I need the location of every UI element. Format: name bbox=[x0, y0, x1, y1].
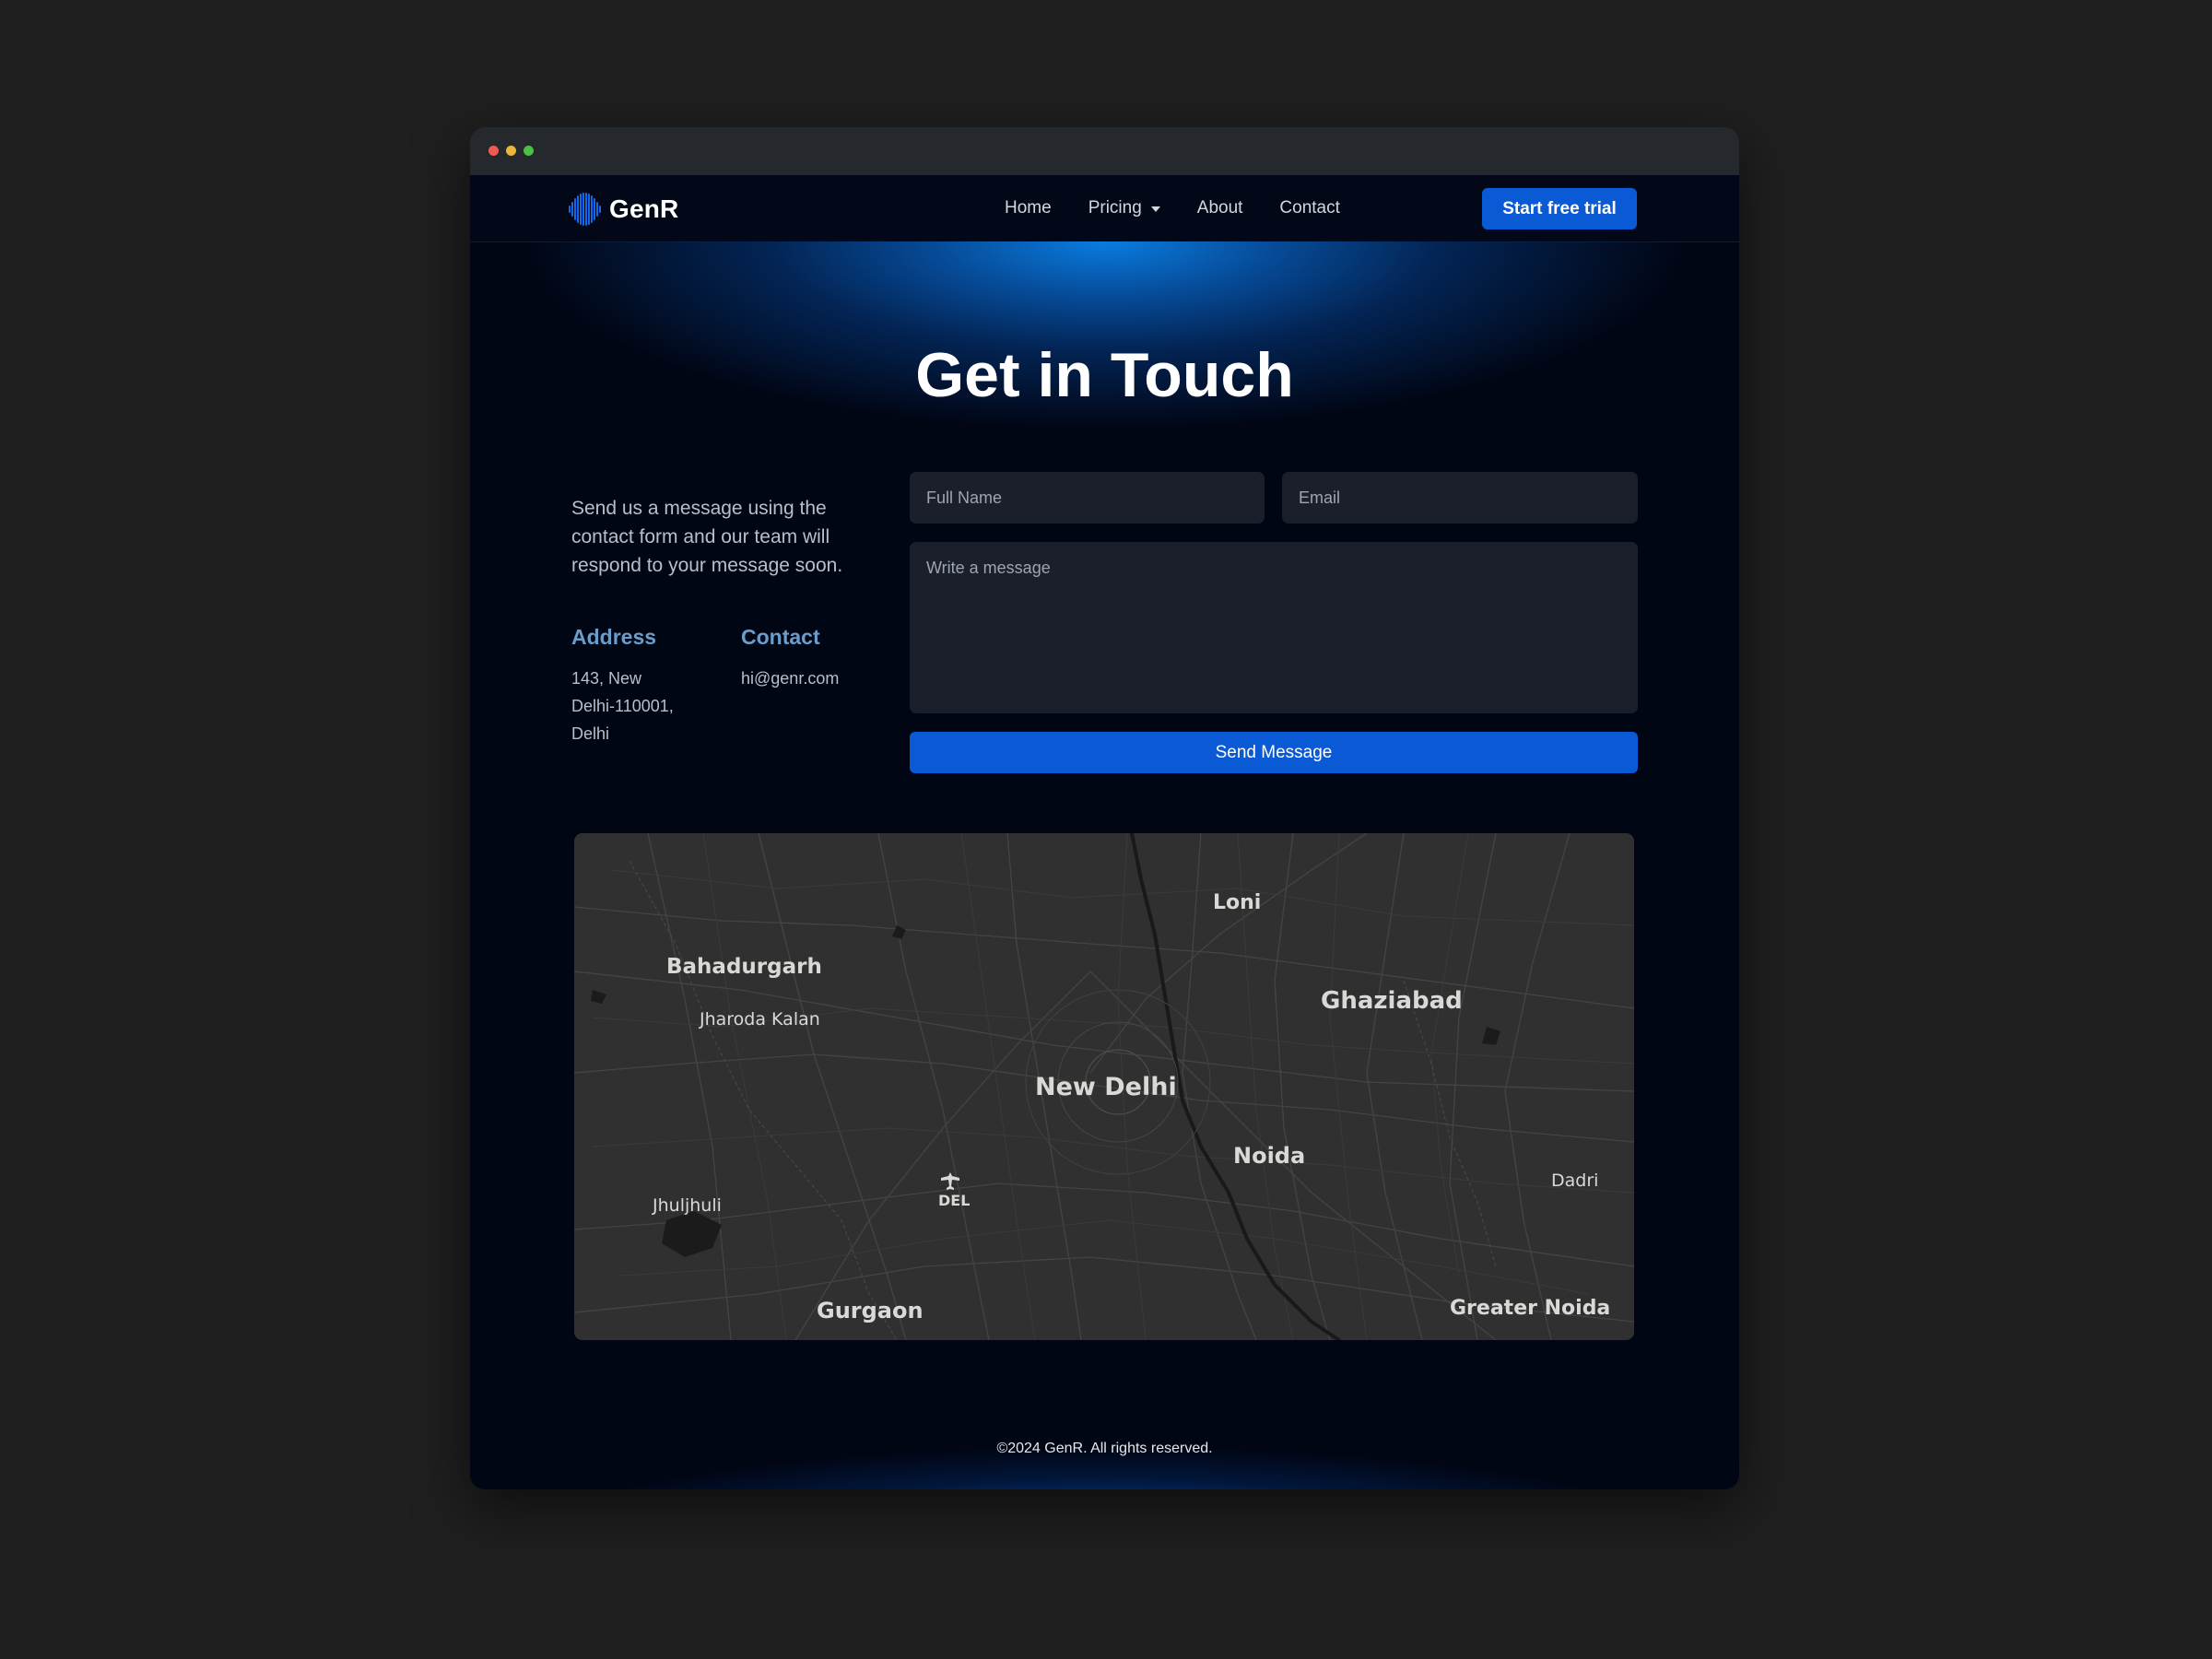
address-text: 143, New Delhi-110001, Delhi bbox=[571, 669, 674, 743]
message-textarea[interactable] bbox=[910, 542, 1638, 713]
caret-down-icon bbox=[1150, 206, 1160, 212]
brand-logo[interactable]: GenR bbox=[569, 193, 678, 226]
top-navbar: GenR Home Pricing About Contact Start fr… bbox=[470, 175, 1739, 242]
nav-link-about[interactable]: About bbox=[1197, 198, 1243, 218]
browser-window: GenR Home Pricing About Contact Start fr… bbox=[470, 127, 1739, 1489]
window-titlebar bbox=[470, 127, 1739, 175]
nav-link-contact[interactable]: Contact bbox=[1279, 198, 1339, 218]
map-label-noida: Noida bbox=[1233, 1143, 1305, 1169]
contact-title: Contact bbox=[741, 625, 820, 649]
address-block: Address 143, New Delhi-110001, Delhi bbox=[571, 625, 710, 747]
brand-name: GenR bbox=[609, 194, 679, 223]
map-label-gurgaon: Gurgaon bbox=[817, 1298, 924, 1324]
map-label-bahadurgarh: Bahadurgarh bbox=[666, 955, 822, 979]
location-map[interactable]: Loni Bahadurgarh Ghaziabad Jharoda Kalan… bbox=[574, 833, 1634, 1340]
contact-email[interactable]: hi@genr.com bbox=[741, 665, 856, 692]
map-label-ghaziabad: Ghaziabad bbox=[1321, 987, 1463, 1015]
map-label-jharoda-kalan: Jharoda Kalan bbox=[699, 1009, 820, 1030]
send-message-button[interactable]: Send Message bbox=[910, 732, 1638, 773]
window-maximize-button[interactable] bbox=[524, 146, 534, 156]
map-label-new-delhi: New Delhi bbox=[1035, 1073, 1177, 1101]
address-title: Address bbox=[571, 625, 657, 649]
nav-link-pricing-label: Pricing bbox=[1088, 198, 1142, 218]
map-label-greater-noida: Greater Noida bbox=[1450, 1297, 1610, 1320]
map-label-dadri: Dadri bbox=[1551, 1171, 1598, 1191]
footer-copyright: ©2024 GenR. All rights reserved. bbox=[996, 1441, 1213, 1456]
nav-link-home[interactable]: Home bbox=[1005, 198, 1052, 218]
window-close-button[interactable] bbox=[488, 146, 499, 156]
page-title: Get in Touch bbox=[915, 340, 1294, 410]
window-minimize-button[interactable] bbox=[506, 146, 516, 156]
contact-block: Contact hi@genr.com bbox=[741, 625, 879, 692]
map-label-loni: Loni bbox=[1213, 891, 1261, 914]
map-label-jhuljhuli: Jhuljhuli bbox=[652, 1195, 722, 1216]
start-free-trial-button[interactable]: Start free trial bbox=[1482, 188, 1637, 229]
nav-links: Home Pricing About Contact bbox=[1005, 175, 1377, 241]
email-input[interactable] bbox=[1282, 472, 1638, 524]
contact-intro-text: Send us a message using the contact form… bbox=[571, 498, 843, 576]
nav-link-pricing[interactable]: Pricing bbox=[1088, 198, 1160, 218]
map-label-airport: DEL bbox=[938, 1192, 970, 1209]
waveform-icon bbox=[569, 193, 604, 226]
full-name-input[interactable] bbox=[910, 472, 1265, 524]
